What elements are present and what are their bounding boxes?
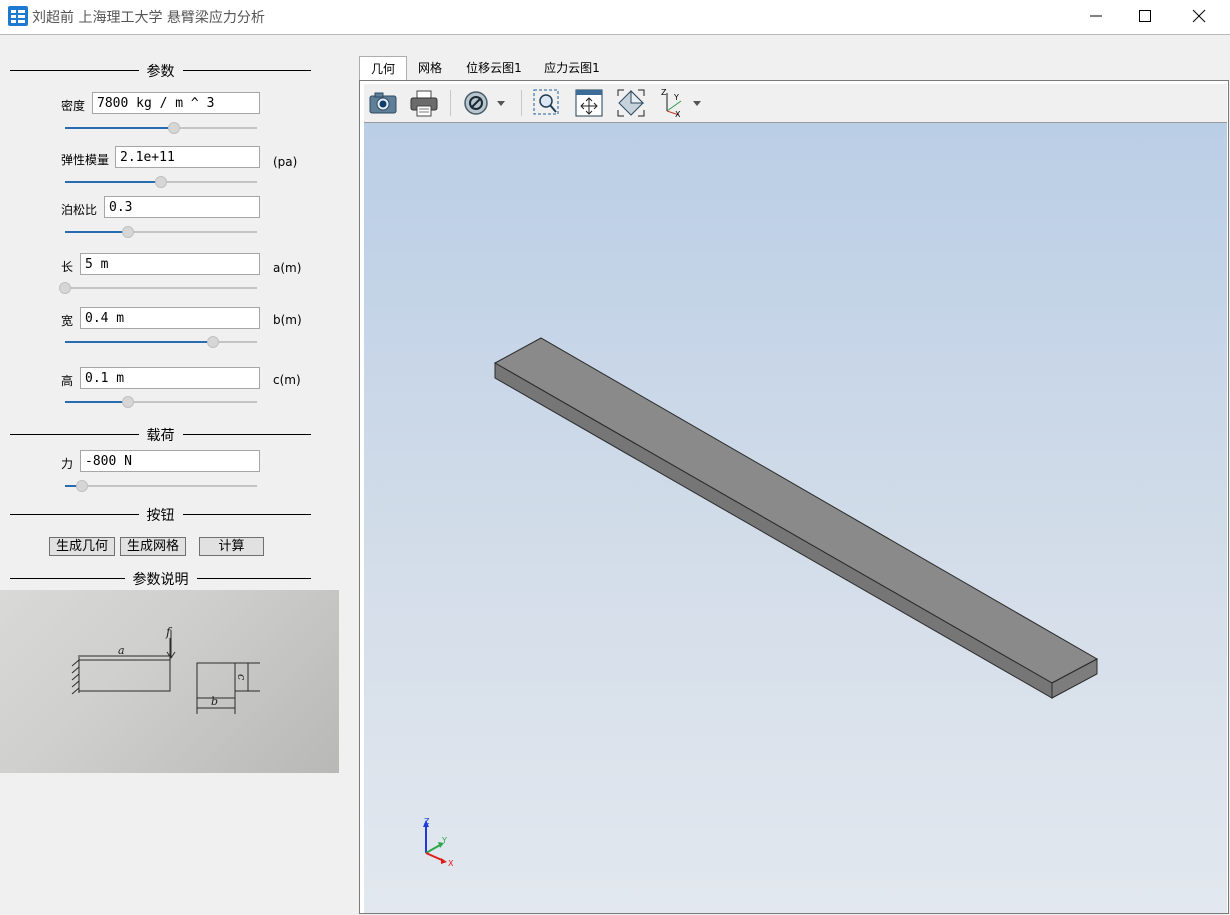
beam-sketch: f a c b: [71, 625, 260, 714]
screenshot-button[interactable]: [367, 87, 399, 119]
section-description-header: 参数说明: [10, 568, 311, 588]
close-icon: [1192, 9, 1206, 23]
compute-button[interactable]: 计算: [199, 537, 264, 556]
elastic-slider[interactable]: [65, 176, 257, 188]
slider-thumb[interactable]: [206, 336, 219, 348]
svg-text:Y: Y: [673, 93, 679, 102]
poisson-label: 泊松比: [61, 203, 98, 217]
width-label: 宽: [61, 314, 74, 328]
slider-thumb[interactable]: [168, 122, 181, 134]
app-icon: [8, 6, 28, 26]
generate-geometry-button[interactable]: 生成几何: [49, 537, 115, 556]
length-slider[interactable]: [59, 282, 257, 294]
width-unit: b(m): [273, 313, 302, 327]
height-input[interactable]: [80, 367, 260, 389]
section-buttons-title: 按钮: [140, 508, 181, 524]
axes-view-dropdown-button[interactable]: Z Y X: [657, 87, 705, 119]
poisson-slider[interactable]: [65, 226, 257, 238]
section-load-title: 载荷: [140, 428, 181, 444]
length-label: 长: [61, 260, 74, 274]
section-params-header: 参数: [10, 60, 311, 80]
zoom-box-icon: [533, 89, 559, 115]
hide-dropdown-button[interactable]: [460, 87, 506, 119]
generate-mesh-button[interactable]: 生成网格: [120, 537, 186, 556]
tab-geometry[interactable]: 几何: [359, 56, 407, 82]
minimize-button[interactable]: [1073, 0, 1119, 32]
length-input[interactable]: [80, 253, 260, 275]
poisson-input[interactable]: [104, 196, 260, 218]
elastic-unit: (pa): [273, 155, 298, 169]
axes-view-icon: Z Y X: [661, 88, 701, 119]
fit-all-button[interactable]: [573, 87, 605, 119]
svg-text:X: X: [675, 110, 681, 119]
length-unit: a(m): [273, 261, 302, 275]
view-iso-icon: [617, 89, 645, 117]
slider-thumb[interactable]: [122, 226, 135, 238]
coordinate-triad: Z Y X: [423, 817, 454, 868]
section-buttons-header: 按钮: [10, 504, 311, 524]
maximize-icon: [1139, 10, 1151, 22]
iso-view-button[interactable]: [615, 87, 647, 119]
viewer-toolbar: Z Y X: [364, 84, 1227, 123]
minimize-icon: [1090, 15, 1102, 17]
slider-thumb[interactable]: [76, 480, 89, 492]
print-button[interactable]: [408, 87, 440, 119]
elastic-input[interactable]: [115, 146, 260, 168]
tab-stress-contour[interactable]: 应力云图1: [537, 56, 607, 80]
sketch-label-a: a: [118, 644, 125, 657]
beam-3d-model[interactable]: [364, 123, 1227, 913]
width-input[interactable]: [80, 307, 260, 329]
sketch-label-c: c: [235, 674, 248, 680]
slider-thumb[interactable]: [122, 396, 135, 408]
density-slider[interactable]: [65, 122, 257, 134]
parameter-sketch-photo: f a c b: [0, 590, 339, 773]
triad-y-label: Y: [441, 836, 447, 845]
force-slider[interactable]: [65, 480, 257, 492]
height-slider[interactable]: [65, 396, 257, 408]
section-params-title: 参数: [140, 64, 181, 80]
sketch-label-force: f: [165, 625, 173, 639]
maximize-button[interactable]: [1122, 0, 1168, 32]
density-label: 密度: [61, 99, 86, 113]
force-label: 力: [61, 457, 74, 471]
slider-thumb[interactable]: [59, 282, 71, 294]
title-bar: 刘超前 上海理工大学 悬臂梁应力分析: [0, 0, 1230, 35]
svg-text:Z: Z: [661, 88, 667, 97]
close-button[interactable]: [1176, 0, 1222, 32]
section-description-title: 参数说明: [126, 572, 195, 588]
print-icon: [410, 90, 438, 117]
sketch-label-b: b: [211, 695, 218, 708]
elastic-label: 弹性模量: [61, 153, 110, 167]
slider-thumb[interactable]: [155, 176, 167, 188]
force-input[interactable]: [80, 450, 260, 472]
triad-z-label: Z: [424, 817, 430, 826]
zoom-box-button[interactable]: [531, 87, 563, 119]
height-unit: c(m): [273, 373, 301, 387]
tab-displacement-contour[interactable]: 位移云图1: [459, 56, 529, 80]
section-load-header: 载荷: [10, 424, 311, 444]
hide-icon: [464, 91, 505, 115]
density-input[interactable]: [92, 92, 260, 114]
height-label: 高: [61, 374, 74, 388]
fit-all-icon: [575, 89, 603, 117]
triad-x-label: X: [448, 859, 454, 868]
tab-mesh[interactable]: 网格: [407, 56, 453, 80]
window-title: 刘超前 上海理工大学 悬臂梁应力分析: [32, 10, 265, 26]
3d-viewport[interactable]: Z Y X: [364, 123, 1227, 913]
width-slider[interactable]: [65, 336, 257, 348]
camera-icon: [369, 92, 397, 114]
